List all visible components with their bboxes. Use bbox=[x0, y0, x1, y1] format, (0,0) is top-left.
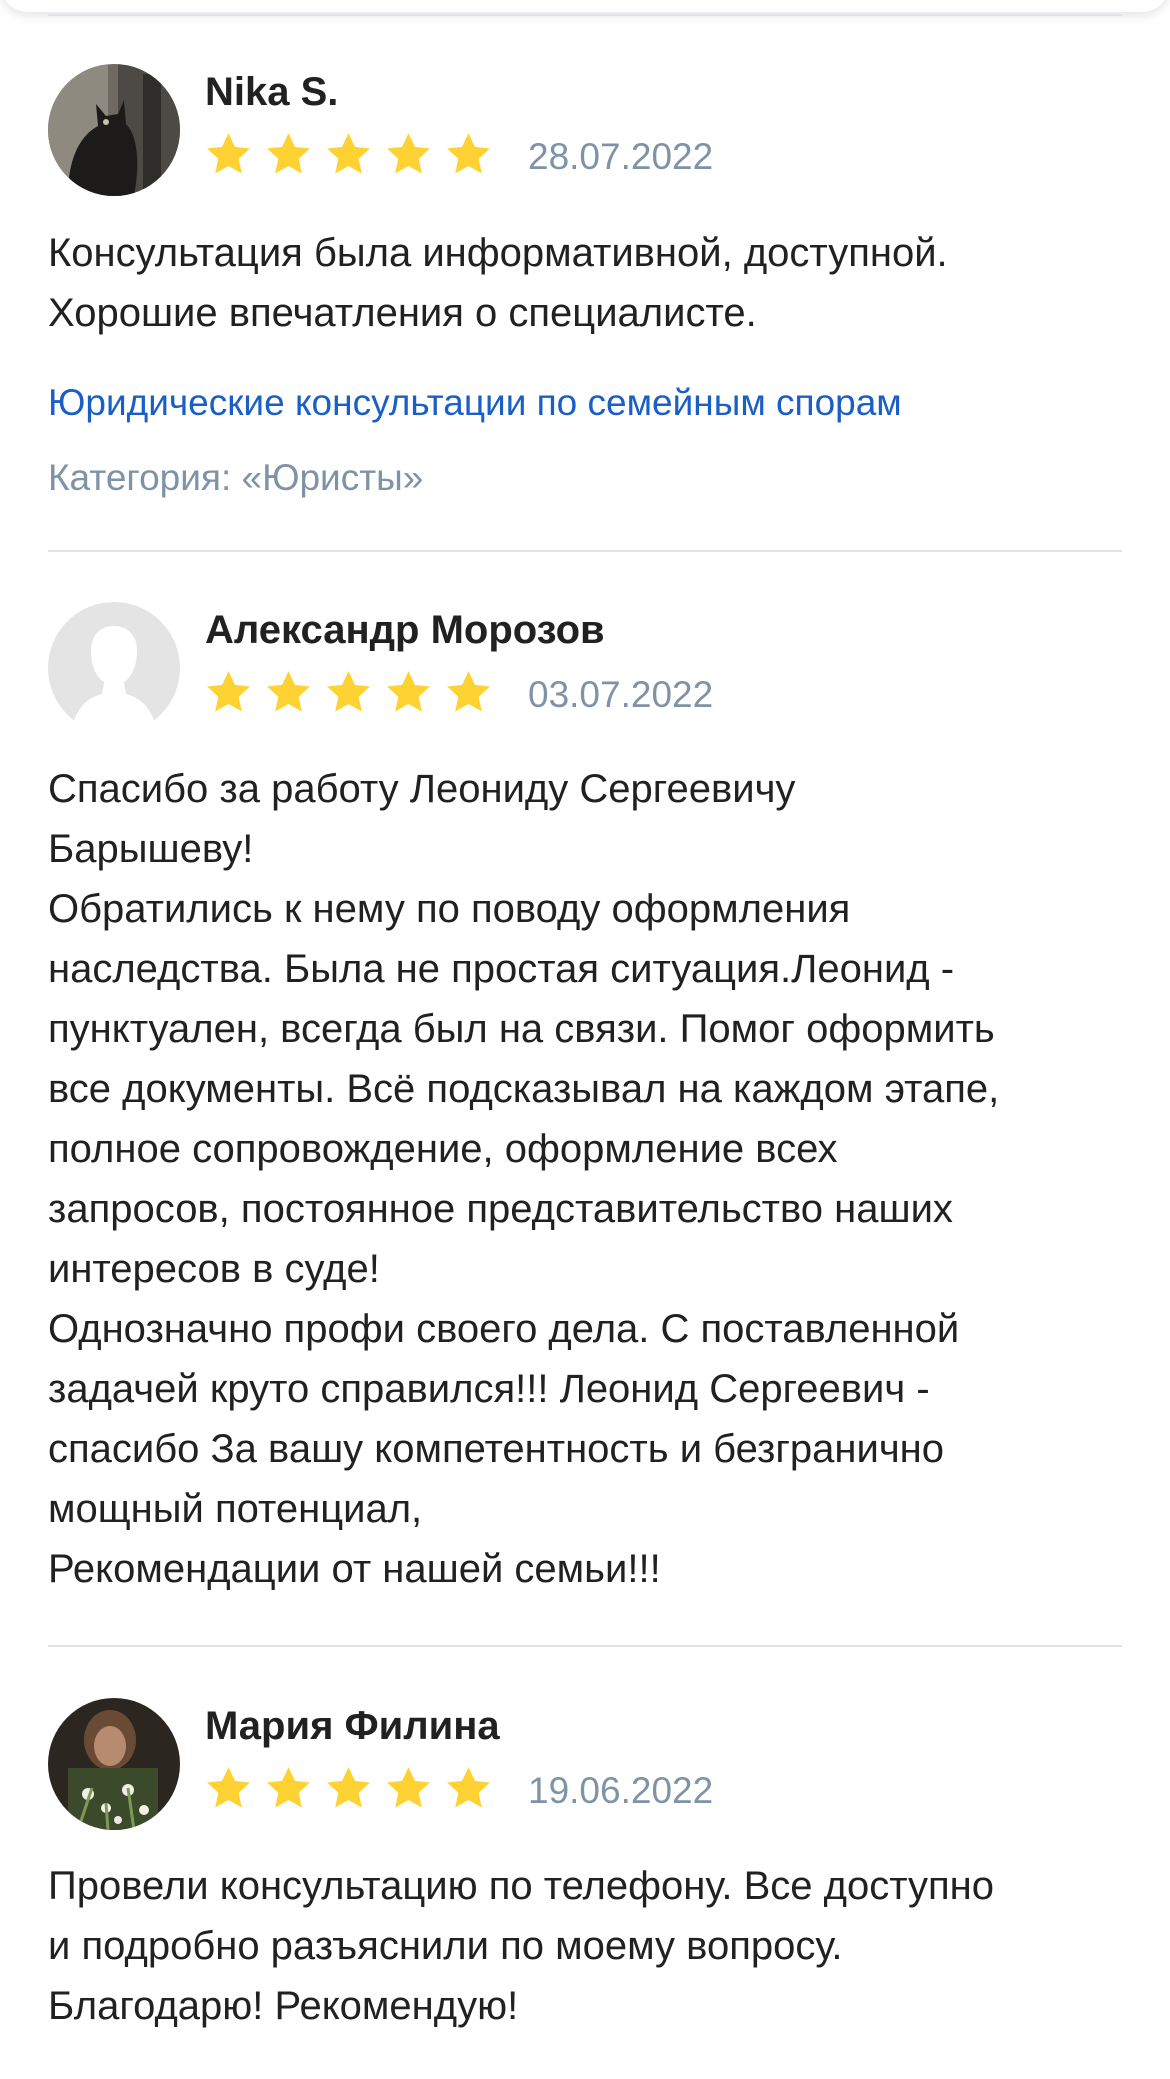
star-icon bbox=[327, 1767, 370, 1808]
star-icon bbox=[207, 671, 250, 712]
star-icon bbox=[267, 671, 310, 712]
review-card: Nika S. 28.07.2022 Консультация была инф… bbox=[48, 64, 1122, 504]
rating-stars bbox=[203, 1764, 494, 1814]
review-date: 03.07.2022 bbox=[528, 674, 714, 715]
avatar[interactable] bbox=[48, 1698, 180, 1830]
review-date: 19.06.2022 bbox=[528, 1770, 714, 1811]
divider bbox=[48, 14, 1122, 16]
divider bbox=[48, 1645, 1122, 1647]
review-card: Мария Филина 19.06.2022 Провели консульт… bbox=[48, 1698, 1122, 2058]
review-text: Спасибо за работу Леониду Сергеевичу Бар… bbox=[48, 767, 1000, 1591]
top-card-edge bbox=[0, 0, 1170, 12]
star-icon bbox=[387, 133, 430, 174]
cat-photo-avatar-icon bbox=[48, 64, 180, 196]
star-icon bbox=[447, 133, 490, 174]
review-text: Консультация была информативной, доступн… bbox=[48, 231, 948, 335]
avatar[interactable] bbox=[48, 64, 180, 196]
reviewer-name[interactable]: Мария Филина bbox=[205, 1702, 500, 1750]
star-icon bbox=[267, 133, 310, 174]
avatar[interactable] bbox=[48, 602, 180, 734]
star-icon bbox=[207, 133, 250, 174]
review-category: Категория: «Юристы» bbox=[48, 457, 424, 498]
flowers-photo-avatar-icon bbox=[48, 1698, 180, 1830]
star-icon bbox=[387, 671, 430, 712]
star-icon bbox=[327, 671, 370, 712]
service-link[interactable]: Юридические консультации по семейным спо… bbox=[48, 379, 902, 427]
star-icon bbox=[447, 671, 490, 712]
star-icon bbox=[267, 1767, 310, 1808]
divider bbox=[48, 550, 1122, 552]
reviewer-name[interactable]: Nika S. bbox=[205, 68, 338, 116]
star-icon bbox=[207, 1767, 250, 1808]
review-card: Александр Морозов 03.07.2022 Спасибо за … bbox=[48, 602, 1122, 1602]
reviewer-name[interactable]: Александр Морозов bbox=[205, 606, 605, 654]
star-icon bbox=[387, 1767, 430, 1808]
rating-stars bbox=[203, 668, 494, 718]
rating-stars bbox=[203, 130, 494, 180]
review-date: 28.07.2022 bbox=[528, 136, 714, 177]
star-icon bbox=[327, 133, 370, 174]
star-icon bbox=[447, 1767, 490, 1808]
default-user-avatar-icon bbox=[48, 602, 180, 734]
review-text: Провели консультацию по телефону. Все до… bbox=[48, 1864, 994, 2028]
